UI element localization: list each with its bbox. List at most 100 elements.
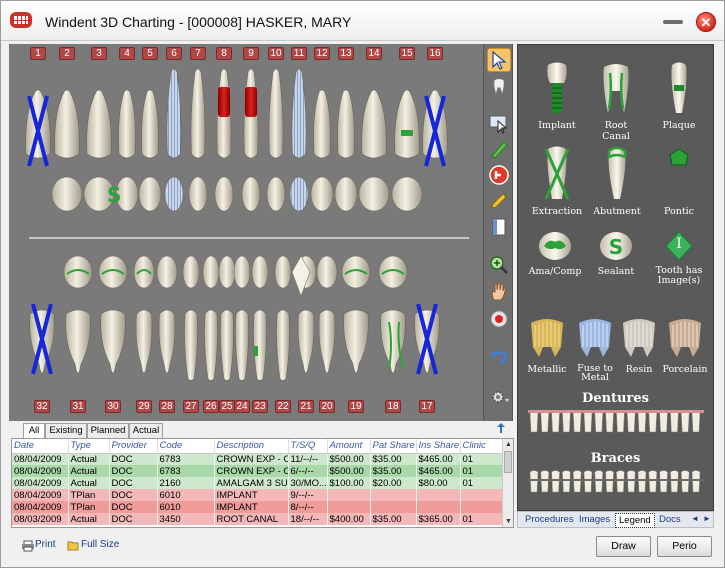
tooth-upper-occlusal-14[interactable] [358, 176, 390, 212]
settings-icon[interactable] [487, 386, 511, 410]
tooth-upper-occlusal-9[interactable] [241, 176, 261, 212]
tooth-upper-2[interactable] [54, 89, 80, 159]
printer-icon[interactable] [21, 540, 35, 552]
tooth-upper-14[interactable] [361, 89, 387, 159]
procedure-grid[interactable]: Date Type Provider Code Description T/S/Q Amou… [11, 438, 514, 528]
tooth-lower-occlusal-24[interactable] [233, 255, 251, 289]
tooth-upper-7[interactable] [190, 68, 206, 159]
crown-9[interactable] [245, 87, 257, 117]
column-header-amount[interactable]: Amount [327, 439, 371, 454]
tooth-lower-22[interactable] [276, 309, 290, 381]
column-header-t-s-q[interactable]: T/S/Q [288, 439, 328, 454]
close-button[interactable]: ✕ [696, 12, 716, 32]
tooth-upper-occlusal-2[interactable] [51, 176, 83, 212]
tooth-lower-occlusal-22[interactable] [274, 255, 292, 289]
tooth-lower-occlusal-23[interactable] [251, 255, 269, 289]
tooth-upper-6[interactable] [166, 68, 182, 159]
tab-all[interactable]: All [23, 423, 45, 439]
plaque-15[interactable] [401, 130, 413, 136]
minimize-button[interactable] [661, 13, 685, 29]
tooth-upper-occlusal-10[interactable] [266, 176, 286, 212]
pencil-icon[interactable] [487, 190, 511, 214]
tab-next-arrow-icon[interactable]: ► [700, 513, 714, 524]
teeth-graphic[interactable]: S [9, 44, 483, 421]
tab-actual[interactable]: Actual [129, 423, 163, 438]
full-size-button[interactable]: Full Size [81, 539, 119, 550]
table-row[interactable]: 08/04/2009 TPlan DOC 6010 IMPLANT 8/--/-- [12, 501, 505, 513]
pin-icon[interactable] [495, 422, 507, 437]
table-row[interactable]: 08/04/2009ActualDOC6783CROWN EXP - O...1… [12, 453, 505, 465]
undo-icon[interactable] [487, 346, 511, 370]
tooth-upper-occlusal-15[interactable] [391, 176, 423, 212]
column-header-description[interactable]: Description [214, 439, 289, 454]
tooth-lower-occlusal-26[interactable] [202, 255, 220, 289]
tooth-upper-occlusal-11[interactable] [289, 176, 309, 212]
tooth-lower-24[interactable] [235, 309, 249, 381]
plaque-24[interactable] [254, 346, 258, 356]
table-row[interactable]: 08/04/2009 TPlan DOC 6010 IMPLANT 9/--/-- [12, 489, 505, 501]
column-header-pat-share[interactable]: Pat Share [370, 439, 417, 454]
drill-icon[interactable] [487, 138, 511, 162]
tooth-lower-29[interactable] [135, 309, 153, 374]
tab-planned[interactable]: Planned [87, 423, 129, 438]
tooth-lower-31[interactable] [65, 309, 91, 374]
crown-8[interactable] [218, 87, 230, 117]
page-icon[interactable] [487, 216, 511, 240]
target-icon[interactable] [487, 308, 511, 332]
tooth-chart[interactable]: 1 2 3 4 5 6 7 8 9 10 11 12 13 14 15 16 32 31 30 29 28 27 26 25… [9, 44, 483, 421]
tooth-upper-10[interactable] [268, 68, 284, 159]
tooth-select-icon[interactable] [487, 76, 511, 100]
pointer-icon[interactable] [487, 112, 511, 136]
tooth-lower-23[interactable] [253, 309, 267, 381]
hand-icon[interactable] [487, 280, 511, 304]
tooth-lower-occlusal-29[interactable] [133, 255, 155, 289]
column-header-code[interactable]: Code [157, 439, 215, 454]
table-row[interactable]: 08/04/2009 Actual DOC 2160 AMALGAM 3 SU... 30… [12, 477, 505, 489]
column-header-clinic[interactable]: Clinic [460, 439, 505, 454]
column-header-ins-share[interactable]: Ins Share [416, 439, 461, 454]
tooth-lower-26[interactable] [204, 309, 218, 381]
tab-images[interactable]: Images [576, 513, 613, 526]
tooth-lower-occlusal-27[interactable] [182, 255, 200, 289]
tooth-lower-occlusal-25[interactable] [218, 255, 236, 289]
tooth-upper-4[interactable] [118, 89, 136, 159]
tooth-upper-occlusal-12[interactable] [310, 176, 334, 212]
tooth-lower-21[interactable] [297, 309, 315, 374]
tooth-lower-occlusal-28[interactable] [156, 255, 178, 289]
sealant-upper-3[interactable]: S [107, 183, 121, 207]
column-header-type[interactable]: Type [68, 439, 110, 454]
tooth-upper-occlusal-13[interactable] [334, 176, 358, 212]
tooth-upper-5[interactable] [141, 89, 159, 159]
no-entry-icon[interactable] [487, 164, 511, 188]
tooth-upper-occlusal-5[interactable] [138, 176, 162, 212]
tooth-upper-occlusal-8[interactable] [214, 176, 234, 212]
scroll-down-icon[interactable]: ▼ [504, 517, 513, 526]
tooth-upper-occlusal-6[interactable] [164, 176, 184, 212]
tooth-lower-20[interactable] [318, 309, 336, 374]
column-header-provider[interactable]: Provider [109, 439, 158, 454]
tooth-upper-occlusal-7[interactable] [188, 176, 208, 212]
table-row[interactable]: 08/04/2009ActualDOC6783CROWN EXP - O...6… [12, 465, 505, 477]
tooth-upper-13[interactable] [337, 89, 355, 159]
table-row[interactable]: 08/03/2009 Actual DOC 3450 ROOT CANAL 18/--/-… [12, 513, 505, 525]
tooth-upper-12[interactable] [313, 89, 331, 159]
draw-button[interactable]: Draw [596, 536, 651, 557]
tooth-upper-15[interactable] [394, 89, 420, 159]
folder-icon[interactable] [67, 539, 79, 551]
tooth-upper-11[interactable] [291, 68, 307, 159]
perio-button[interactable]: Perio [657, 536, 712, 557]
tooth-lower-25[interactable] [220, 309, 234, 381]
tooth-lower-30[interactable] [100, 309, 126, 374]
tab-existing[interactable]: Existing [45, 423, 87, 438]
print-button[interactable]: Print [35, 539, 56, 550]
tooth-upper-3[interactable] [86, 89, 112, 159]
zoom-icon[interactable] [487, 254, 511, 278]
tab-docs[interactable]: Docs [656, 513, 684, 526]
scroll-up-icon[interactable]: ▲ [504, 440, 513, 449]
tooth-lower-occlusal-20[interactable] [316, 255, 338, 289]
tab-legend[interactable]: Legend [615, 513, 655, 528]
tooth-lower-19[interactable] [343, 309, 369, 374]
tooth-lower-27[interactable] [184, 309, 198, 381]
arrow-select-icon[interactable] [487, 48, 511, 72]
scroll-thumb[interactable] [504, 451, 512, 473]
